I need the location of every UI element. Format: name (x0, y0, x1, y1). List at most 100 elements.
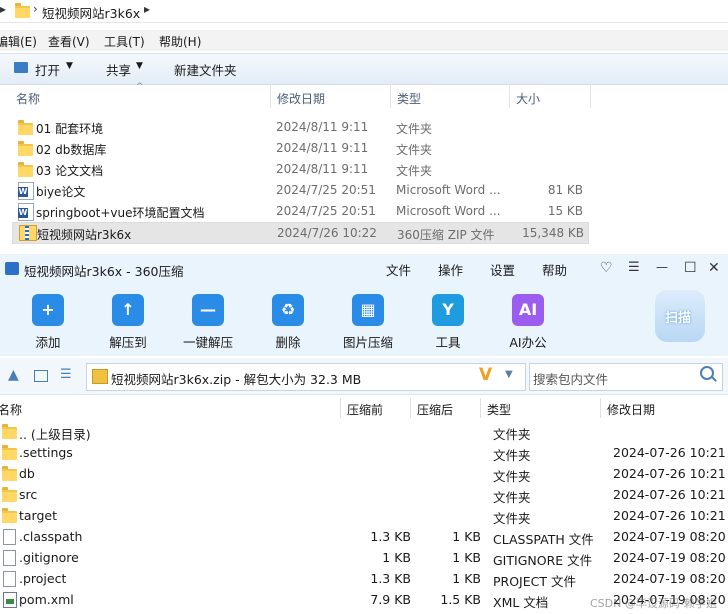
new-folder-button[interactable]: 新建文件夹 (174, 58, 244, 80)
archive-entry-name: .. (上级目录) (19, 427, 91, 442)
column-name[interactable]: 名称 (16, 90, 40, 107)
archive-row[interactable]: db 文件夹 2024-07-26 10:21 (0, 463, 728, 484)
watermark: CSDN @毕设源码-赖学姐 (590, 597, 717, 610)
file-icon (3, 550, 16, 566)
share-label: 共享 (106, 63, 132, 78)
column-name[interactable]: 名称 (0, 401, 22, 418)
share-button[interactable]: 共享 ▼ (106, 58, 150, 80)
archive-entry-name: .gitignore (19, 550, 79, 565)
column-divider[interactable] (410, 398, 411, 418)
scan-button[interactable]: 扫描 (655, 290, 705, 342)
menu-file[interactable]: 文件 (386, 260, 411, 279)
size-before: 1 KB (382, 550, 411, 565)
minimize-icon[interactable]: — (656, 260, 668, 274)
breadcrumb-chevron-icon[interactable]: ▸ (144, 2, 150, 16)
size-before: 1.3 KB (370, 571, 411, 586)
size-after: 1 KB (452, 550, 481, 565)
file-row[interactable]: 03 论文文档 2024/8/11 9:11 文件夹 (12, 159, 587, 179)
close-icon[interactable]: ✕ (708, 260, 720, 276)
tool-button[interactable]: + 添加 (13, 292, 83, 354)
address-bar[interactable]: ▸ › 短视频网站r3k6x ▸ (0, 0, 728, 23)
tool-label: 一键解压 (182, 335, 233, 350)
menu-icon[interactable]: ☰ (628, 260, 640, 275)
xml-file-icon (3, 592, 17, 608)
menu-settings[interactable]: 设置 (490, 260, 515, 279)
column-after[interactable]: 压缩后 (417, 401, 453, 418)
column-before[interactable]: 压缩前 (347, 401, 383, 418)
search-icon-handle (711, 376, 717, 382)
column-divider[interactable] (270, 84, 271, 108)
menu-help[interactable]: 帮助 (542, 260, 567, 279)
archive-row[interactable]: .project 1.3 KB 1 KB PROJECT 文件 2024-07-19 0… (0, 568, 728, 589)
archive-entry-name: pom.xml (19, 592, 74, 607)
tool-button[interactable]: ▦ 图片压缩 (333, 292, 403, 354)
file-row[interactable]: 01 配套环境 2024/8/11 9:11 文件夹 (12, 117, 587, 137)
skin-icon[interactable]: ♡ (600, 260, 613, 276)
size-after: 1 KB (452, 529, 481, 544)
column-divider[interactable] (390, 84, 391, 108)
open-button[interactable]: 打开 ▼ (14, 58, 84, 80)
tool-button[interactable]: ↑ 解压到 (93, 292, 163, 354)
entry-modified: 2024-07-19 08:20 (613, 571, 726, 586)
nav-arrow-icon[interactable]: ▸ (0, 2, 6, 16)
dropdown-arrow-icon[interactable]: ▼ (505, 369, 513, 380)
archive-row[interactable]: .classpath 1.3 KB 1 KB CLASSPATH 文件 2024-07-… (0, 526, 728, 547)
tool-label: 图片压缩 (342, 335, 393, 350)
column-divider[interactable] (509, 84, 510, 108)
tool-button[interactable]: AI AI办公 (493, 292, 563, 354)
column-modified[interactable]: 修改日期 (607, 401, 655, 418)
file-type: 文件夹 (396, 143, 433, 157)
maximize-icon[interactable]: ☐ (684, 260, 697, 276)
entry-modified: 2024-07-19 08:20 (613, 550, 726, 565)
column-type[interactable]: 类型 (397, 90, 421, 107)
archive-entry-name: .settings (19, 445, 73, 460)
search-input[interactable]: 搜索包内文件 (529, 363, 723, 391)
list-view-icon[interactable]: ☰ (60, 367, 72, 382)
entry-modified: 2024-07-26 10:21 (613, 508, 726, 523)
column-divider[interactable] (340, 398, 341, 418)
chevron-right-icon[interactable]: › (33, 2, 38, 16)
entry-type: 文件夹 (493, 448, 531, 463)
menu-edit[interactable]: 编辑(E) (0, 33, 37, 50)
column-divider[interactable] (600, 398, 601, 418)
folder-icon (18, 120, 33, 135)
tool-button[interactable]: ♻ 删除 (253, 292, 323, 354)
tool-icon: — (192, 294, 224, 326)
entry-type: 文件夹 (493, 469, 531, 484)
column-divider[interactable] (590, 84, 591, 108)
menu-help[interactable]: 帮助(H) (159, 33, 201, 50)
archive-row[interactable]: src 文件夹 2024-07-26 10:21 (0, 484, 728, 505)
archive-row[interactable]: .gitignore 1 KB 1 KB GITIGNORE 文件 2024-07-19… (0, 547, 728, 568)
up-arrow-icon[interactable]: ▲ (8, 367, 19, 383)
column-size[interactable]: 大小 (516, 90, 540, 107)
file-row[interactable]: 短视频网站r3k6x 2024/7/26 10:22 360压缩 ZIP 文件 15,… (12, 222, 589, 244)
archive-path-field[interactable]: 短视频网站r3k6x.zip - 解包大小为 32.3 MB V ▼ (86, 363, 526, 391)
tool-label: 删除 (275, 335, 301, 350)
archive-row[interactable]: .. (上级目录) 文件夹 (0, 421, 728, 442)
tool-button[interactable]: Y 工具 (413, 292, 483, 354)
column-modified[interactable]: 修改日期 (277, 90, 325, 107)
search-placeholder: 搜索包内文件 (533, 372, 609, 387)
column-type[interactable]: 类型 (487, 401, 511, 418)
menu-operate[interactable]: 操作 (438, 260, 463, 279)
v-logo-icon[interactable]: V (479, 365, 492, 385)
file-name: 02 db数据库 (36, 143, 107, 157)
archive-row[interactable]: .settings 文件夹 2024-07-26 10:21 (0, 442, 728, 463)
breadcrumb-item[interactable]: 短视频网站r3k6x (42, 3, 140, 22)
file-explorer-window: ▸ › 短视频网站r3k6x ▸ 编辑(E) 查看(V) 工具(T) 帮助(H)… (0, 0, 728, 254)
file-name: springboot+vue环境配置文档 (36, 206, 205, 220)
menu-tools[interactable]: 工具(T) (104, 33, 145, 50)
file-row[interactable]: springboot+vue环境配置文档 2024/7/25 20:51 Micro… (12, 201, 587, 221)
menu-view[interactable]: 查看(V) (48, 33, 90, 50)
archive-row[interactable]: target 文件夹 2024-07-26 10:21 (0, 505, 728, 526)
size-before: 7.9 KB (370, 592, 411, 607)
tool-button[interactable]: — 一键解压 (173, 292, 243, 354)
thumbnail-view-icon[interactable] (34, 370, 48, 382)
tool-icon: + (32, 294, 64, 326)
file-row[interactable]: biye论文 2024/7/25 20:51 Microsoft Word ... 8… (12, 180, 587, 200)
entry-type: 文件夹 (493, 511, 531, 526)
column-divider[interactable] (480, 398, 481, 418)
entry-type: CLASSPATH 文件 (493, 532, 594, 547)
file-row[interactable]: 02 db数据库 2024/8/11 9:11 文件夹 (12, 138, 587, 158)
zip-column-headers: 名称 压缩前 压缩后 类型 修改日期 (0, 398, 728, 418)
